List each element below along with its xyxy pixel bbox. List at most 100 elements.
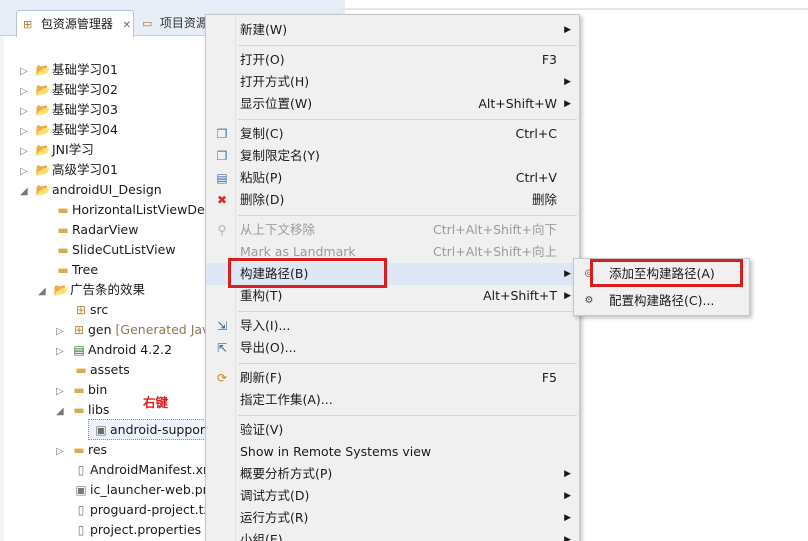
menu-item-show-in[interactable]: 显示位置(W) Alt+Shift+W ▶ bbox=[206, 93, 579, 115]
menu-item-label: 重构(T) bbox=[240, 288, 283, 303]
tree-item-folder[interactable]: ▬ Tree bbox=[54, 260, 98, 280]
expand-arrow-icon[interactable]: ▷ bbox=[56, 342, 70, 362]
submenu-item-configure-build-path[interactable]: ⚙ 配置构建路径(C)... bbox=[574, 289, 749, 313]
submenu-arrow-icon: ▶ bbox=[564, 269, 571, 279]
submenu-arrow-icon: ▶ bbox=[564, 99, 571, 109]
folder-icon: ▬ bbox=[57, 223, 69, 237]
project-folder-icon: 📂 bbox=[35, 163, 51, 177]
submenu-arrow-icon: ▶ bbox=[564, 513, 571, 523]
menu-item-refactor[interactable]: 重构(T) Alt+Shift+T ▶ bbox=[206, 285, 579, 307]
close-icon[interactable]: ✕ bbox=[123, 20, 131, 31]
submenu-arrow-icon: ▶ bbox=[564, 491, 571, 501]
menu-item-debug-as[interactable]: 调试方式(D) ▶ bbox=[206, 485, 579, 507]
tree-item-folder[interactable]: ▬ HorizontalListViewDem bbox=[54, 200, 217, 220]
tree-item-file[interactable]: ▯ proguard-project.tx bbox=[72, 500, 211, 520]
tree-item-project[interactable]: ▷ 📂 JNI学习 bbox=[20, 140, 94, 160]
expand-arrow-icon[interactable]: ▷ bbox=[20, 102, 34, 122]
tree-item-label: 高级学习01 bbox=[52, 162, 118, 177]
menu-item-export[interactable]: ⇱ 导出(O)... bbox=[206, 337, 579, 359]
tree-item-library[interactable]: ▷ ▤ Android 4.2.2 bbox=[56, 340, 172, 360]
project-folder-icon: 📂 bbox=[35, 83, 51, 97]
tree-item-jar-selected[interactable]: ▣ android-suppor bbox=[92, 420, 205, 440]
menu-item-copy-qualified-name[interactable]: ❐ 复制限定名(Y) bbox=[206, 145, 579, 167]
submenu-arrow-icon: ▶ bbox=[564, 77, 571, 87]
remove-context-icon: ⚲ bbox=[217, 223, 227, 237]
tree-item-file[interactable]: ▯ AndroidManifest.xn bbox=[72, 460, 211, 480]
menu-item-profile-as[interactable]: 概要分析方式(P) ▶ bbox=[206, 463, 579, 485]
menu-item-shortcut: Alt+Shift+W bbox=[478, 96, 557, 111]
tree-item-folder[interactable]: ▬ RadarView bbox=[54, 220, 138, 240]
expand-arrow-icon[interactable]: ▷ bbox=[56, 442, 70, 462]
tree-item-source-folder[interactable]: ▷ ⊞ gen [Generated Jav bbox=[56, 320, 209, 340]
tree-item-project[interactable]: ▷ 📂 基础学习04 bbox=[20, 120, 118, 140]
menu-item-open-with[interactable]: 打开方式(H) ▶ bbox=[206, 71, 579, 93]
expand-arrow-icon[interactable]: ▷ bbox=[56, 322, 70, 342]
expand-arrow-icon[interactable]: ▷ bbox=[20, 162, 34, 182]
expand-arrow-icon[interactable]: ▷ bbox=[20, 142, 34, 162]
tree-item-folder[interactable]: ▬ SlideCutListView bbox=[54, 240, 175, 260]
menu-item-open[interactable]: 打开(O) F3 bbox=[206, 49, 579, 71]
tree-item-source-folder[interactable]: ⊞ src bbox=[72, 300, 108, 320]
project-explorer-icon: ▭ bbox=[142, 17, 153, 30]
menu-item-label: 打开(O) bbox=[240, 52, 285, 67]
menu-item-shortcut: Ctrl+C bbox=[515, 126, 557, 141]
menu-item-new[interactable]: 新建(W) ▶ bbox=[206, 19, 579, 41]
tree-item-project[interactable]: ▷ 📂 基础学习01 bbox=[20, 60, 118, 80]
menu-item-run-as[interactable]: 运行方式(R) ▶ bbox=[206, 507, 579, 529]
tree-item-project[interactable]: ◢ 📂 androidUI_Design bbox=[20, 180, 162, 200]
tree-item-label: HorizontalListViewDem bbox=[72, 202, 217, 217]
expand-arrow-icon[interactable]: ▷ bbox=[20, 122, 34, 142]
menu-item-assign-working-sets[interactable]: 指定工作集(A)... bbox=[206, 389, 579, 411]
submenu-arrow-icon: ▶ bbox=[564, 291, 571, 301]
tree-item-file[interactable]: ▯ project.properties bbox=[72, 520, 201, 540]
tree-item-folder[interactable]: ◢ ▬ libs bbox=[56, 400, 109, 420]
menu-item-copy[interactable]: ❐ 复制(C) Ctrl+C bbox=[206, 123, 579, 145]
tree-item-project[interactable]: ▷ 📂 基础学习03 bbox=[20, 100, 118, 120]
menu-item-delete[interactable]: ✖ 删除(D) 删除 bbox=[206, 189, 579, 211]
menu-separator bbox=[238, 363, 577, 364]
tree-item-label: bin bbox=[88, 382, 108, 397]
collapse-arrow-icon[interactable]: ◢ bbox=[56, 402, 70, 422]
tree-item-label: JNI学习 bbox=[52, 142, 94, 157]
menu-item-label: 调试方式(D) bbox=[240, 488, 310, 503]
menu-item-paste[interactable]: ▤ 粘贴(P) Ctrl+V bbox=[206, 167, 579, 189]
folder-icon: ▬ bbox=[73, 383, 85, 397]
folder-icon: ▬ bbox=[57, 263, 69, 277]
menu-item-show-remote-systems[interactable]: Show in Remote Systems view bbox=[206, 441, 579, 463]
tree-item-file[interactable]: ▣ ic_launcher-web.png bbox=[72, 480, 218, 500]
expand-arrow-icon[interactable]: ▷ bbox=[20, 82, 34, 102]
menu-item-shortcut: Alt+Shift+T bbox=[483, 288, 557, 303]
menu-separator bbox=[238, 415, 577, 416]
expand-arrow-icon[interactable]: ▷ bbox=[56, 382, 70, 402]
menu-item-import[interactable]: ⇲ 导入(I)... bbox=[206, 315, 579, 337]
annotation-highlight-build-path bbox=[228, 258, 387, 288]
refresh-icon: ⟳ bbox=[216, 371, 228, 385]
project-folder-icon: 📂 bbox=[35, 143, 51, 157]
menu-item-shortcut: 删除 bbox=[531, 192, 557, 207]
tree-item-folder[interactable]: ▷ ▬ bin bbox=[56, 380, 107, 400]
tree-item-project[interactable]: ◢ 📂 广告条的效果 bbox=[38, 280, 145, 300]
android-library-icon: ▤ bbox=[73, 343, 85, 357]
collapse-arrow-icon[interactable]: ◢ bbox=[38, 282, 52, 302]
tree-item-label: RadarView bbox=[72, 222, 139, 237]
jar-file-icon: ▣ bbox=[95, 423, 107, 437]
tree-item-label: 基础学习04 bbox=[52, 122, 118, 137]
menu-item-refresh[interactable]: ⟳ 刷新(F) F5 bbox=[206, 367, 579, 389]
tree-item-project[interactable]: ▷ 📂 基础学习02 bbox=[20, 80, 118, 100]
tab-package-explorer[interactable]: ⊞ 包资源管理器 ✕ bbox=[16, 10, 134, 37]
menu-item-shortcut: Ctrl+Alt+Shift+向下 bbox=[433, 222, 557, 237]
menu-item-remove-from-context[interactable]: ⚲ 从上下文移除 Ctrl+Alt+Shift+向下 bbox=[206, 219, 579, 241]
project-folder-icon: 📂 bbox=[35, 123, 51, 137]
tree-item-label: project.properties bbox=[90, 522, 202, 537]
collapse-arrow-icon[interactable]: ◢ bbox=[20, 182, 34, 202]
menu-item-team[interactable]: 小组(E) ▶ bbox=[206, 529, 579, 541]
expand-arrow-icon[interactable]: ▷ bbox=[20, 62, 34, 82]
copy-icon: ❐ bbox=[216, 127, 228, 141]
tree-item-project[interactable]: ▷ 📂 高级学习01 bbox=[20, 160, 118, 180]
tree-item-folder[interactable]: ▬ assets bbox=[72, 360, 129, 380]
menu-item-shortcut: Ctrl+V bbox=[515, 170, 557, 185]
menu-item-validate[interactable]: 验证(V) bbox=[206, 419, 579, 441]
tree-item-label: 基础学习03 bbox=[52, 102, 118, 117]
folder-icon: ▬ bbox=[73, 443, 85, 457]
tree-item-folder[interactable]: ▷ ▬ res bbox=[56, 440, 107, 460]
